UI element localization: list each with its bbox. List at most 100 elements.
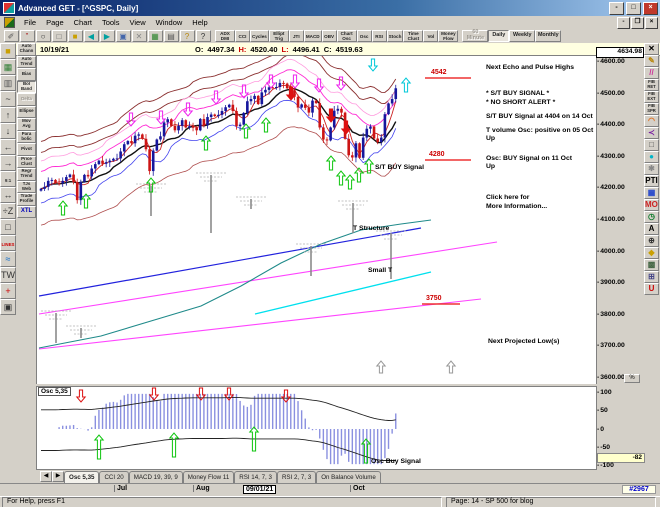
tab-scroll-right[interactable]: ▶ — [52, 471, 64, 482]
child-restore-button[interactable]: ❐ — [631, 17, 644, 29]
tab-on-balance-volume[interactable]: On Balance Volume — [316, 471, 381, 483]
box-tool-icon[interactable]: □ — [0, 219, 16, 235]
page-setup-icon[interactable]: ▦ — [148, 30, 163, 42]
tab-cci-20[interactable]: CCI 20 — [99, 471, 128, 483]
study-button-pivot[interactable]: Pivot — [17, 143, 36, 156]
pti-icon[interactable]: PTI — [644, 175, 659, 187]
tab-rsi-2-7-3[interactable]: RSI 2, 7, 3 — [277, 471, 316, 483]
copy-page-icon[interactable]: ▣ — [116, 30, 131, 42]
fib-retracement-icon[interactable]: FIB RET — [644, 79, 659, 91]
study-button-money-flow[interactable]: Money Flow — [438, 30, 458, 42]
delete-page-icon[interactable]: ✕ — [132, 30, 147, 42]
pitchfork-icon[interactable]: ≺ — [644, 127, 659, 139]
chart-annotation[interactable]: More Information... — [486, 203, 547, 210]
study-button-price-clust[interactable]: Price Clust — [17, 156, 36, 169]
interval-button-daily[interactable]: Daily — [488, 30, 509, 42]
study-button-bias[interactable]: Bias — [17, 68, 36, 81]
interval-button-60-minute[interactable]: 60 Minute — [462, 30, 488, 42]
child-minimize-button[interactable]: - — [617, 17, 630, 29]
study-button-auto-trend[interactable]: Auto Trend — [17, 56, 36, 69]
time-marker-icon[interactable]: ◷ — [644, 211, 659, 223]
lines-tool-icon[interactable]: LINES — [0, 235, 16, 251]
tjs-web-icon[interactable]: TW — [0, 267, 16, 283]
paint-icon[interactable]: ◆ — [644, 247, 659, 259]
rectangle-tool-icon[interactable]: □ — [644, 139, 659, 151]
study-button-jti[interactable]: JTI — [289, 30, 304, 42]
menu-help[interactable]: Help — [187, 18, 212, 27]
price-axis[interactable]: 4600.004500.004400.004300.004200.004100.… — [597, 55, 644, 385]
split-ratio-icon[interactable]: 9:1 — [0, 171, 16, 187]
study-button-mov-avg[interactable]: Mov Avg — [17, 118, 36, 131]
open-chart-icon[interactable]: ■ — [0, 43, 16, 59]
scroll-left-icon[interactable]: ← — [0, 139, 16, 155]
tab-osc-5-35[interactable]: Osc 5,35 — [64, 471, 99, 483]
minimize-button[interactable]: - — [609, 2, 624, 15]
study-button-delta[interactable]: Delta — [17, 93, 36, 106]
study-button-stoch[interactable]: Stoch — [387, 30, 404, 42]
menu-file[interactable]: File — [19, 18, 41, 27]
bar-spacing-icon[interactable]: ↔ — [0, 187, 16, 203]
about-help-icon[interactable]: ? — [180, 30, 195, 42]
study-button-auto-chann[interactable]: Auto Chann — [17, 43, 36, 56]
menu-chart[interactable]: Chart — [69, 18, 97, 27]
tab-rsi-14-7-3[interactable]: RSI 14, 7, 3 — [234, 471, 277, 483]
auto-run-icon[interactable]: ▥ — [0, 75, 16, 91]
study-button-chart-osc[interactable]: Chart Osc — [337, 30, 357, 42]
chart-annotation[interactable]: Click here for — [486, 194, 530, 201]
menu-window[interactable]: Window — [151, 18, 188, 27]
menu-page[interactable]: Page — [41, 18, 69, 27]
prev-page-icon[interactable]: ◀ — [84, 30, 99, 42]
study-button-adx-dmi[interactable]: ADX DMI — [215, 30, 235, 42]
study-button-para-bolic[interactable]: Para bolic — [17, 131, 36, 144]
study-button-ellipse[interactable]: Ellipse — [17, 106, 36, 119]
gann-fan-icon[interactable]: ◠ — [644, 115, 659, 127]
pencil-icon[interactable]: ✎ — [644, 55, 659, 67]
hatch-grid-icon[interactable]: ▩ — [644, 259, 659, 271]
child-close-button[interactable]: × — [645, 17, 658, 29]
pin-icon[interactable]: ✐ — [4, 30, 19, 42]
page-tile-icon[interactable]: ▦ — [0, 59, 16, 75]
copy-pages-icon[interactable]: ⊞ — [644, 271, 659, 283]
open-page-icon[interactable]: ■ — [68, 30, 83, 42]
price-chart-pane[interactable]: 454242803750Next Echo and Pulse Highs* S… — [36, 55, 597, 385]
text-tool-icon[interactable]: A — [644, 223, 659, 235]
study-button-ellipt-trig[interactable]: Ellipt Trig — [269, 30, 289, 42]
tab-scroll-left[interactable]: ◀ — [40, 471, 52, 482]
study-button-regr-trend[interactable]: Regr Trend — [17, 168, 36, 181]
scroll-down-icon[interactable]: ↓ — [0, 123, 16, 139]
magnet-u-icon[interactable]: U — [644, 283, 659, 295]
scroll-up-icon[interactable]: ↑ — [0, 107, 16, 123]
maximize-button[interactable]: □ — [626, 2, 641, 15]
study-button-vol[interactable]: Vol — [423, 30, 438, 42]
menu-view[interactable]: View — [124, 18, 150, 27]
time-axis[interactable]: #2967 JulAug09/01/21Oct — [0, 483, 660, 497]
tab-money-flow-11[interactable]: Money Flow 11 — [183, 471, 235, 483]
oscillator-pane[interactable]: Osc Buy Signal — [36, 386, 597, 470]
elliott-waves-icon[interactable]: ≈ — [0, 251, 16, 267]
mob-icon[interactable]: MOB — [644, 199, 659, 211]
study-button-xtl[interactable]: XTL — [17, 206, 36, 219]
mini-chart-icon[interactable]: ~ — [0, 91, 16, 107]
interval-button-weekly[interactable]: Weekly — [509, 30, 535, 42]
context-help-icon[interactable]: ? — [196, 30, 211, 42]
new-page-icon[interactable]: □ — [52, 30, 67, 42]
add-cross-icon[interactable]: + — [0, 283, 16, 299]
next-page-icon[interactable]: ▶ — [100, 30, 115, 42]
chart-window-icon[interactable]: ▣ — [0, 299, 16, 315]
study-button-time-clust[interactable]: Time Clust — [403, 30, 423, 42]
chart-document-icon[interactable] — [4, 17, 15, 28]
tab-macd-19-39-9[interactable]: MACD 19, 39, 9 — [129, 471, 183, 483]
print-icon[interactable]: ▤ — [164, 30, 179, 42]
interval-button-monthly[interactable]: Monthly — [535, 30, 561, 42]
scroll-right-icon[interactable]: → — [0, 155, 16, 171]
study-button-macd[interactable]: MACD — [304, 30, 322, 42]
close-button[interactable]: × — [643, 2, 658, 15]
zoom-tool-icon[interactable]: ⊕ — [644, 235, 659, 247]
trendlines-icon[interactable]: // — [644, 67, 659, 79]
study-button-osc[interactable]: Osc — [357, 30, 372, 42]
eraser-icon[interactable]: ✱ — [644, 163, 659, 175]
study-button-obv[interactable]: OBV — [322, 30, 337, 42]
study-button-cycles[interactable]: Cycles — [250, 30, 269, 42]
fib-spiral-icon[interactable]: FIB SPR — [644, 103, 659, 115]
menu-tools[interactable]: Tools — [97, 18, 125, 27]
